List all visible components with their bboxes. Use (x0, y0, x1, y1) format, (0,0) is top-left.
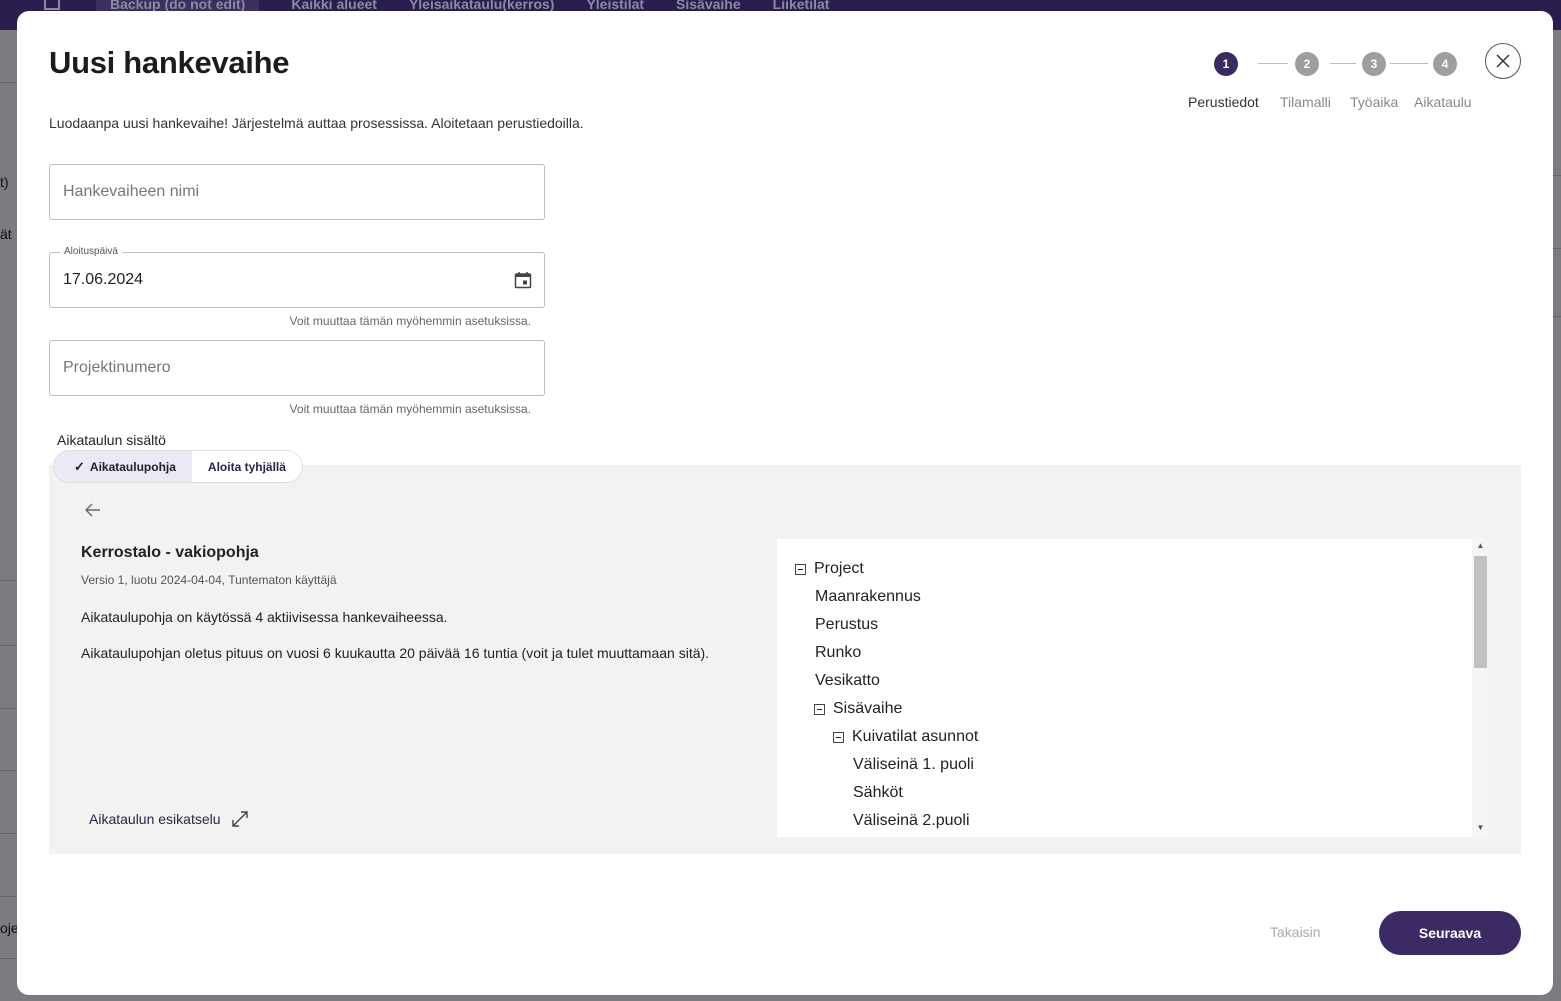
background-divider (0, 896, 17, 897)
tree-node[interactable]: Project (795, 560, 864, 578)
tree-node[interactable]: Vesikatto (815, 672, 880, 690)
close-button[interactable] (1485, 43, 1521, 79)
step-4-indicator: 4 (1433, 52, 1457, 76)
modal-subtitle: Luodaanpa uusi hankevaihe! Järjestelmä a… (49, 115, 584, 131)
start-empty-option[interactable]: Aloita tyhjällä (192, 451, 302, 482)
template-option[interactable]: ✓ Aikataulupohja (54, 451, 192, 482)
step-3-label: Työaika (1350, 94, 1399, 110)
project-number-helper: Voit muuttaa tämän myöhemmin asetuksissa… (289, 402, 531, 416)
tree-scrollbar-thumb[interactable] (1474, 556, 1487, 668)
start-date-helper: Voit muuttaa tämän myöhemmin asetuksissa… (289, 314, 531, 328)
tree-node-label: Sähköt (853, 784, 903, 801)
tree-node-label: Project (814, 560, 864, 577)
schedule-content-toggle: ✓ Aikataulupohja Aloita tyhjällä (53, 450, 303, 483)
scroll-up-icon[interactable]: ▲ (1476, 542, 1485, 550)
tree-node-label: Väliseinä 2.puoli (853, 812, 970, 829)
phase-name-field[interactable] (49, 164, 545, 220)
tree-node[interactable]: Maanrakennus (815, 588, 921, 606)
background-divider (0, 580, 17, 581)
step-2-indicator: 2 (1295, 52, 1319, 76)
step-3-indicator: 3 (1362, 52, 1386, 76)
start-empty-option-label: Aloita tyhjällä (207, 459, 286, 474)
step-1-label: Perustiedot (1188, 94, 1259, 110)
step-connector (1330, 63, 1356, 64)
background-fragment: oje (0, 920, 19, 936)
step-connector (1390, 63, 1428, 64)
template-option-label: Aikataulupohja (89, 459, 176, 474)
tree-node-label: Vesikatto (815, 672, 880, 689)
phase-name-input[interactable] (63, 165, 503, 219)
tree-node[interactable]: Väliseinä 2.puoli (853, 812, 970, 830)
tree-node[interactable]: Sisävaihe (814, 700, 902, 718)
template-usage: Aikataulupohja on käytössä 4 aktiivisess… (81, 609, 448, 625)
tree-node[interactable]: Runko (815, 644, 861, 662)
tree-node[interactable]: Väliseinä 1. puoli (853, 756, 974, 774)
expand-icon (231, 811, 248, 827)
step-connector (1258, 63, 1288, 64)
background-divider (0, 708, 17, 709)
background-divider (0, 645, 17, 646)
schedule-preview-link[interactable]: Aikataulun esikatselu (89, 810, 249, 828)
schedule-preview-label: Aikataulun esikatselu (89, 811, 221, 827)
next-button[interactable]: Seuraava (1379, 911, 1521, 955)
schedule-content-label: Aikataulun sisältö (57, 432, 166, 448)
close-icon (1496, 54, 1510, 68)
background-divider (0, 958, 17, 959)
check-icon: ✓ (74, 458, 85, 474)
background-fragment: t) (0, 174, 9, 190)
collapse-icon[interactable] (795, 563, 806, 575)
step-2-label: Tilamalli (1280, 94, 1331, 110)
background-divider (0, 82, 17, 83)
background-divider (0, 833, 17, 834)
back-button[interactable]: Takaisin (1270, 924, 1321, 940)
calendar-icon[interactable] (513, 270, 533, 290)
project-number-input[interactable] (63, 341, 503, 395)
scroll-down-icon[interactable]: ▼ (1476, 824, 1485, 832)
background-fragment: ät (0, 226, 12, 242)
step-4-label: Aikataulu (1414, 94, 1472, 110)
back-arrow-icon[interactable] (83, 500, 103, 520)
template-tree: Project Maanrakennus Perustus Runko Vesi… (777, 539, 1489, 837)
new-phase-modal: Uusi hankevaihe Luodaanpa uusi hankevaih… (17, 11, 1553, 995)
tree-node-label: Kuivatilat asunnot (852, 728, 979, 745)
collapse-icon[interactable] (833, 731, 844, 743)
background-divider (0, 770, 17, 771)
tree-node-label: Perustus (815, 616, 879, 633)
tree-node[interactable]: Kuivatilat asunnot (833, 728, 978, 746)
template-meta: Versio 1, luotu 2024-04-04, Tuntematon k… (81, 573, 337, 587)
step-1-indicator: 1 (1214, 52, 1238, 76)
start-date-field[interactable]: Aloituspäivä (49, 246, 545, 308)
tree-node[interactable]: Perustus (815, 616, 878, 634)
home-icon (44, 0, 60, 10)
modal-title: Uusi hankevaihe (49, 45, 290, 80)
tree-node-label: Maanrakennus (815, 588, 921, 605)
start-date-input[interactable] (63, 253, 503, 307)
tree-node-label: Runko (815, 644, 862, 661)
tree-node[interactable]: Sähköt (853, 784, 903, 802)
project-number-field[interactable] (49, 340, 545, 396)
tree-node-label: Sisävaihe (833, 700, 903, 717)
template-length: Aikataulupohjan oletus pituus on vuosi 6… (81, 645, 710, 661)
collapse-icon[interactable] (814, 703, 825, 715)
template-title: Kerrostalo - vakiopohja (81, 544, 259, 561)
tree-node-label: Väliseinä 1. puoli (853, 756, 974, 773)
